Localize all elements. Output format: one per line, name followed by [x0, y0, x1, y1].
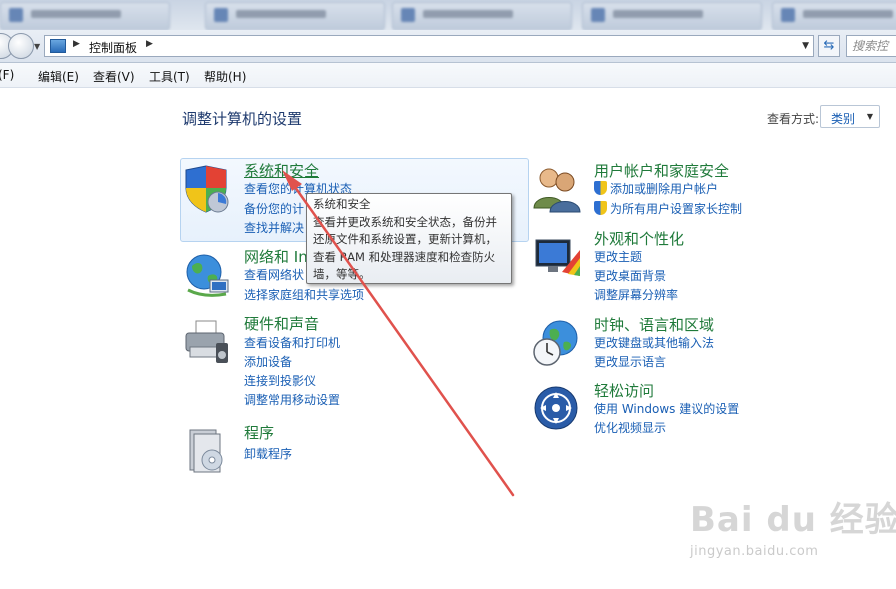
watermark-brand: Bai du 经验 — [690, 500, 896, 540]
watermark-url: jingyan.baidu.com — [690, 544, 819, 559]
